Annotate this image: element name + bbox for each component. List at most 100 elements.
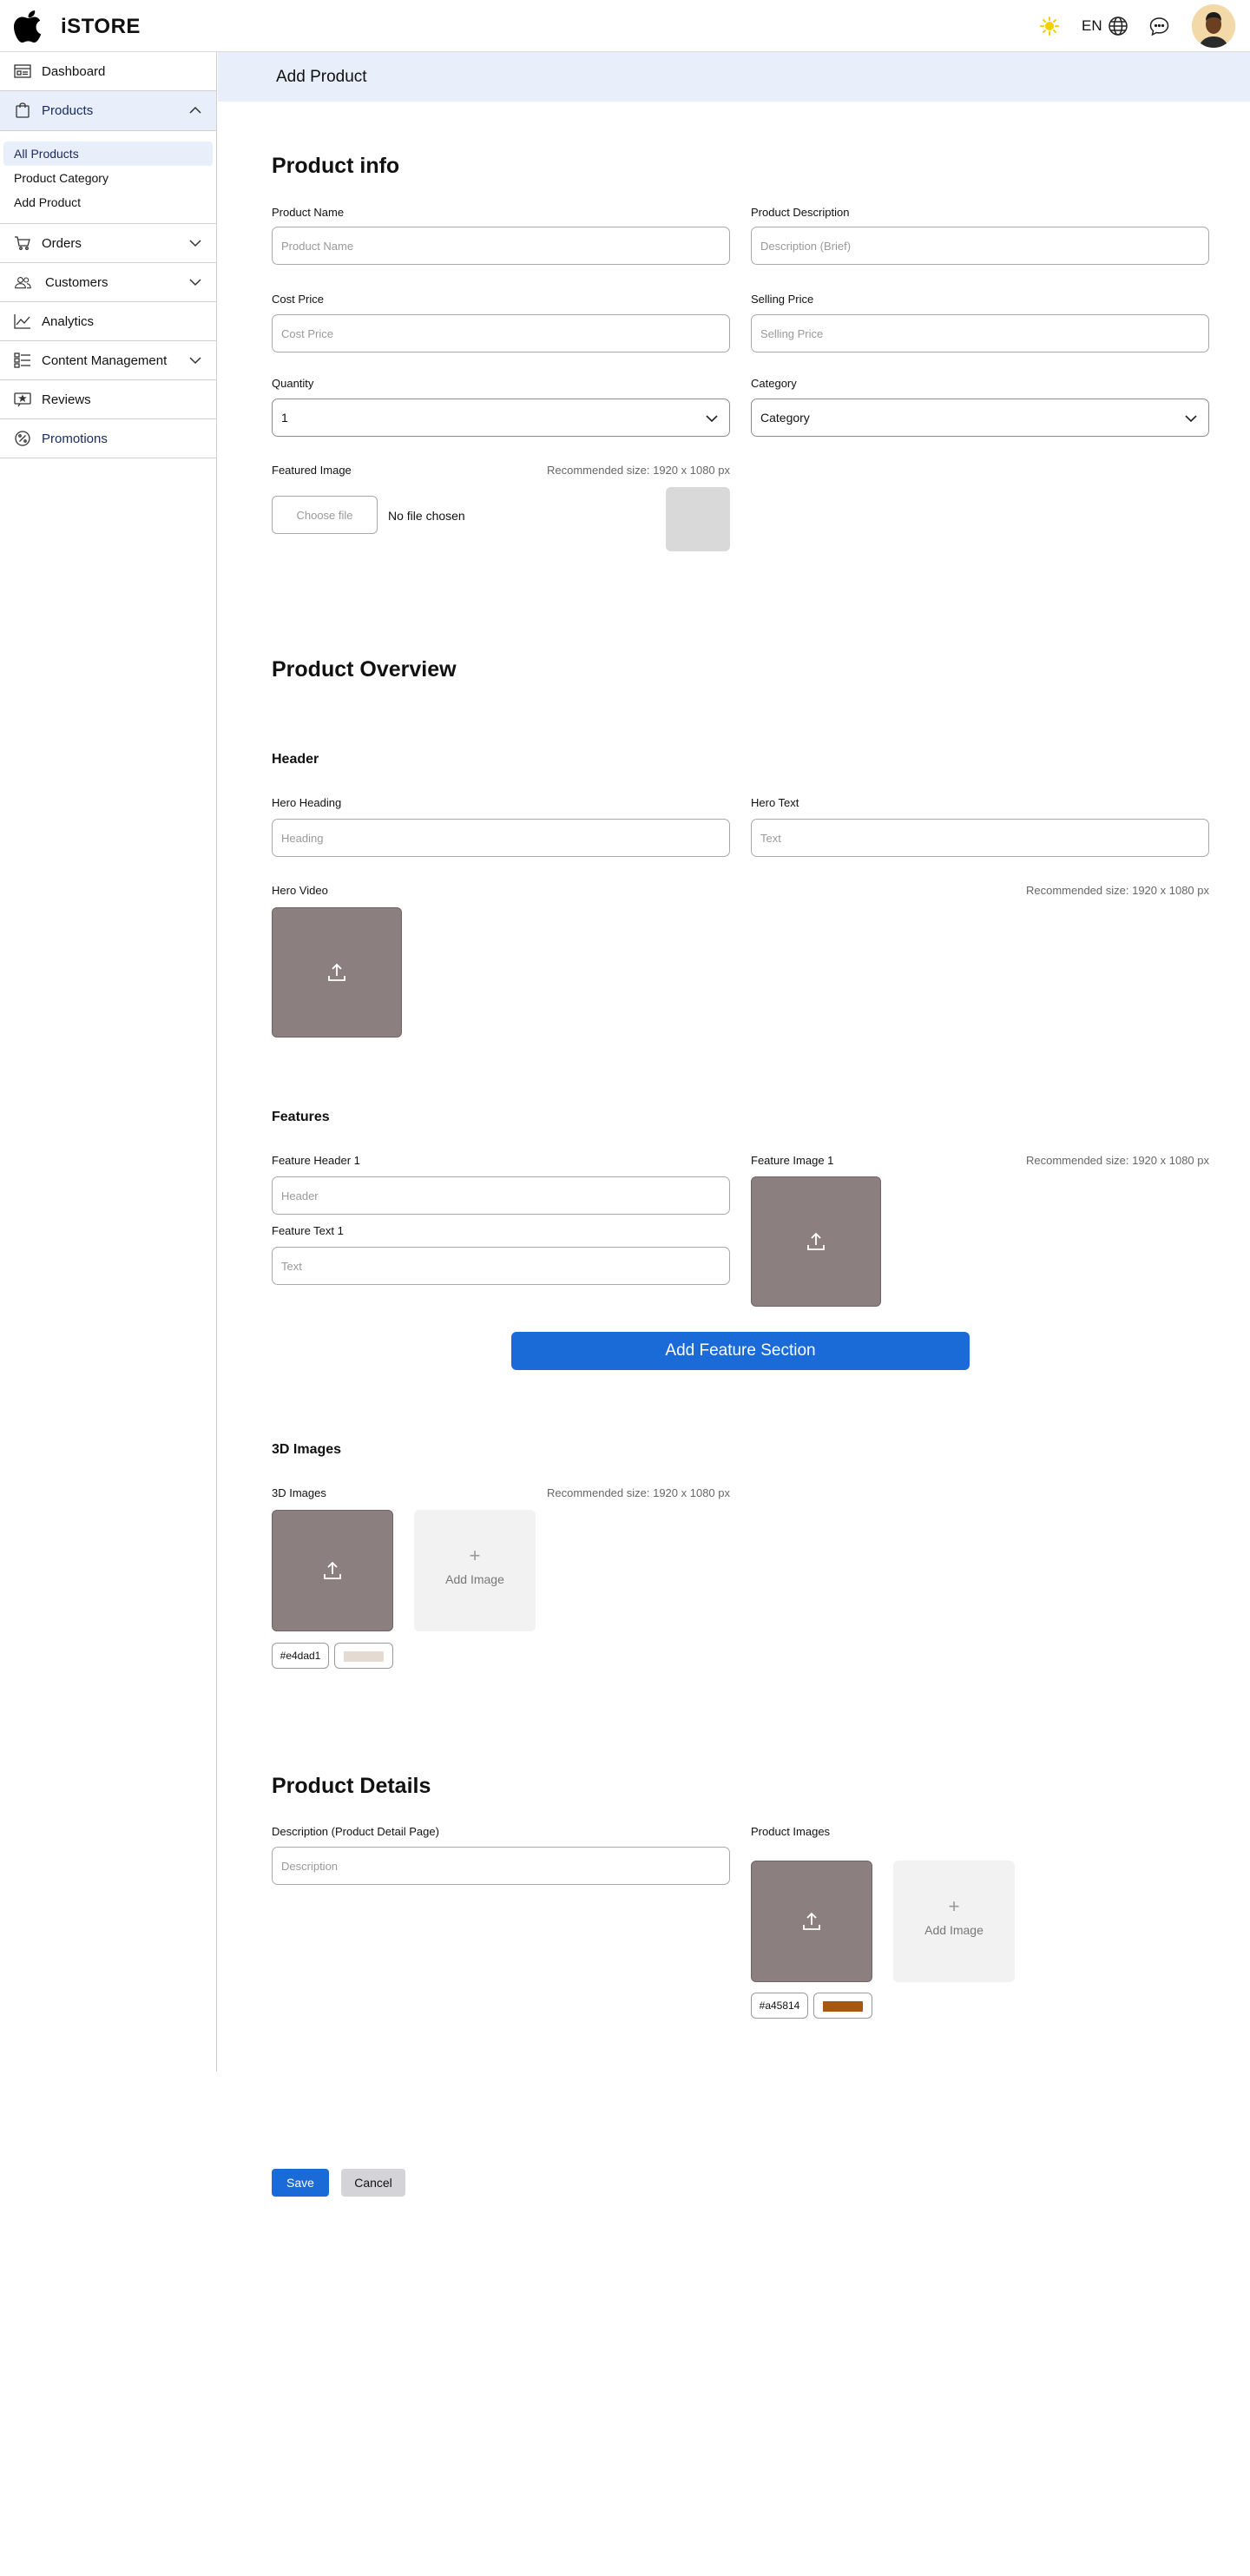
product-image-upload[interactable] (751, 1861, 872, 1982)
hero-heading-input[interactable]: Heading (272, 819, 730, 857)
dashboard-icon (14, 64, 31, 78)
category-label: Category (751, 377, 797, 390)
globe-icon[interactable] (1108, 16, 1128, 36)
sidebar-item-customers[interactable]: Customers (0, 263, 216, 302)
sidebar-item-label: Analytics (42, 313, 95, 329)
save-button[interactable]: Save (272, 2169, 329, 2197)
featured-image-label: Featured Image (272, 464, 352, 477)
3d-image-upload[interactable] (272, 1510, 393, 1631)
feature-image-label: Feature Image 1 (751, 1154, 834, 1167)
product-images-label: Product Images (751, 1825, 831, 1838)
sidebar-item-label: Promotions (42, 431, 108, 446)
subsection-title-header: Header (272, 752, 319, 767)
apple-logo-icon[interactable] (12, 7, 45, 45)
product-description-input[interactable]: Description (Brief) (751, 227, 1209, 265)
3d-images-recommended-size: Recommended size: 1920 x 1080 px (546, 1486, 730, 1499)
sun-icon[interactable] (1040, 16, 1059, 36)
3d-color-swatch[interactable] (334, 1643, 393, 1669)
sidebar: Dashboard Products All Products Product … (0, 52, 217, 2072)
sidebar-item-label: Customers (45, 274, 109, 290)
product-color-swatch[interactable] (813, 1993, 872, 2019)
sidebar-item-label: Dashboard (42, 63, 106, 79)
product-description-label: Product Description (751, 206, 850, 219)
upload-icon (803, 1912, 820, 1930)
brand-name: iSTORE (61, 15, 141, 38)
percent-badge-icon (15, 431, 30, 446)
sidebar-item-analytics[interactable]: Analytics (0, 302, 216, 341)
color-swatch-fill (344, 1651, 384, 1662)
cancel-button[interactable]: Cancel (341, 2169, 405, 2197)
category-value: Category (760, 411, 810, 425)
color-swatch-fill (823, 2001, 863, 2012)
feature-header-label: Feature Header 1 (272, 1154, 360, 1167)
feature-header-input[interactable]: Header (272, 1176, 730, 1215)
hero-text-input[interactable]: Text (751, 819, 1209, 857)
sidebar-item-dashboard[interactable]: Dashboard (0, 52, 216, 91)
subsection-title-3d-images: 3D Images (272, 1442, 342, 1457)
3d-images-label: 3D Images (272, 1486, 326, 1499)
chat-bubble-icon[interactable] (1148, 16, 1170, 37)
sidebar-item-reviews[interactable]: Reviews (0, 380, 216, 419)
user-avatar[interactable] (1192, 4, 1235, 48)
hero-video-upload[interactable] (272, 907, 402, 1038)
sidebar-item-label: Orders (42, 235, 82, 251)
hero-video-recommended-size: Recommended size: 1920 x 1080 px (1025, 884, 1209, 897)
cost-price-input[interactable]: Cost Price (272, 314, 730, 352)
choose-file-button[interactable]: Choose file (272, 496, 378, 534)
submenu-all-products[interactable]: All Products (3, 142, 213, 166)
quantity-value: 1 (281, 411, 288, 425)
hero-video-label: Hero Video (272, 884, 328, 897)
sidebar-item-orders[interactable]: Orders (0, 224, 216, 263)
products-submenu: All Products Product Category Add Produc… (0, 131, 216, 224)
sidebar-item-label: Products (42, 103, 94, 118)
upload-icon (807, 1232, 825, 1250)
page-title: Add Product (276, 68, 367, 86)
selling-price-label: Selling Price (751, 293, 814, 306)
chevron-down-icon[interactable] (188, 354, 202, 366)
featured-image-preview (666, 487, 730, 551)
upload-icon (324, 1561, 341, 1579)
product-name-input[interactable]: Product Name (272, 227, 730, 265)
language-label[interactable]: EN (1082, 17, 1102, 35)
product-color-hex-field[interactable]: #a45814 (751, 1993, 808, 2019)
section-title-product-overview: Product Overview (272, 657, 457, 682)
feature-image-recommended-size: Recommended size: 1920 x 1080 px (1025, 1154, 1209, 1167)
chevron-down-icon (1185, 415, 1197, 423)
submenu-product-category[interactable]: Product Category (3, 166, 213, 190)
chevron-up-icon[interactable] (188, 104, 202, 116)
sidebar-item-label: Reviews (42, 392, 91, 407)
chevron-down-icon[interactable] (188, 276, 202, 288)
featured-image-recommended-size: Recommended size: 1920 x 1080 px (546, 464, 730, 477)
sidebar-item-label: Content Management (42, 352, 168, 368)
plus-icon: + (948, 1895, 960, 1917)
detail-description-input[interactable]: Description (272, 1847, 730, 1885)
subsection-title-features: Features (272, 1110, 330, 1124)
product-add-image-button[interactable]: + Add Image (893, 1861, 1015, 1982)
selling-price-input[interactable]: Selling Price (751, 314, 1209, 352)
top-bar: iSTORE EN (0, 0, 1250, 52)
cost-price-label: Cost Price (272, 293, 324, 306)
feature-text-label: Feature Text 1 (272, 1224, 344, 1237)
category-select[interactable]: Category (751, 399, 1209, 437)
review-icon (14, 392, 31, 407)
add-feature-section-button[interactable]: Add Feature Section (511, 1332, 970, 1370)
chevron-down-icon[interactable] (188, 237, 202, 249)
sidebar-item-products[interactable]: Products (0, 91, 216, 131)
3d-color-hex-field[interactable]: #e4dad1 (272, 1643, 329, 1669)
submenu-add-product[interactable]: Add Product (3, 190, 213, 214)
feature-image-upload[interactable] (751, 1176, 881, 1307)
shopping-bag-icon (16, 102, 30, 118)
sidebar-item-content-management[interactable]: Content Management (0, 341, 216, 380)
chevron-down-icon (706, 415, 718, 423)
quantity-select[interactable]: 1 (272, 399, 730, 437)
sidebar-item-promotions[interactable]: Promotions (0, 419, 216, 458)
feature-text-input[interactable]: Text (272, 1247, 730, 1285)
product-name-label: Product Name (272, 206, 345, 219)
3d-add-image-button[interactable]: + Add Image (414, 1510, 536, 1631)
hero-heading-label: Hero Heading (272, 796, 342, 809)
users-icon (15, 277, 31, 289)
chart-line-icon (14, 314, 30, 329)
cart-icon (15, 236, 30, 250)
no-file-chosen-text: No file chosen (388, 509, 465, 523)
section-title-product-details: Product Details (272, 1774, 431, 1798)
